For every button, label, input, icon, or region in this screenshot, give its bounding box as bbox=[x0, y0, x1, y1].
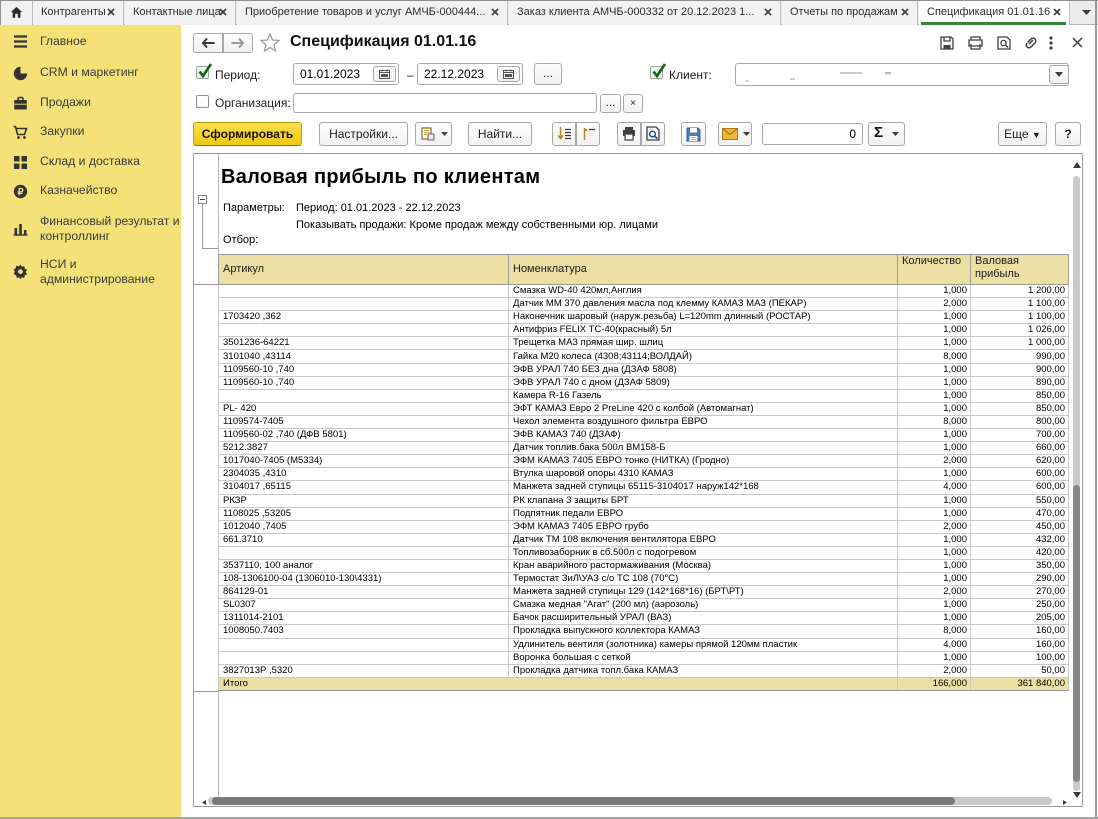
svg-text:₽: ₽ bbox=[17, 187, 24, 198]
